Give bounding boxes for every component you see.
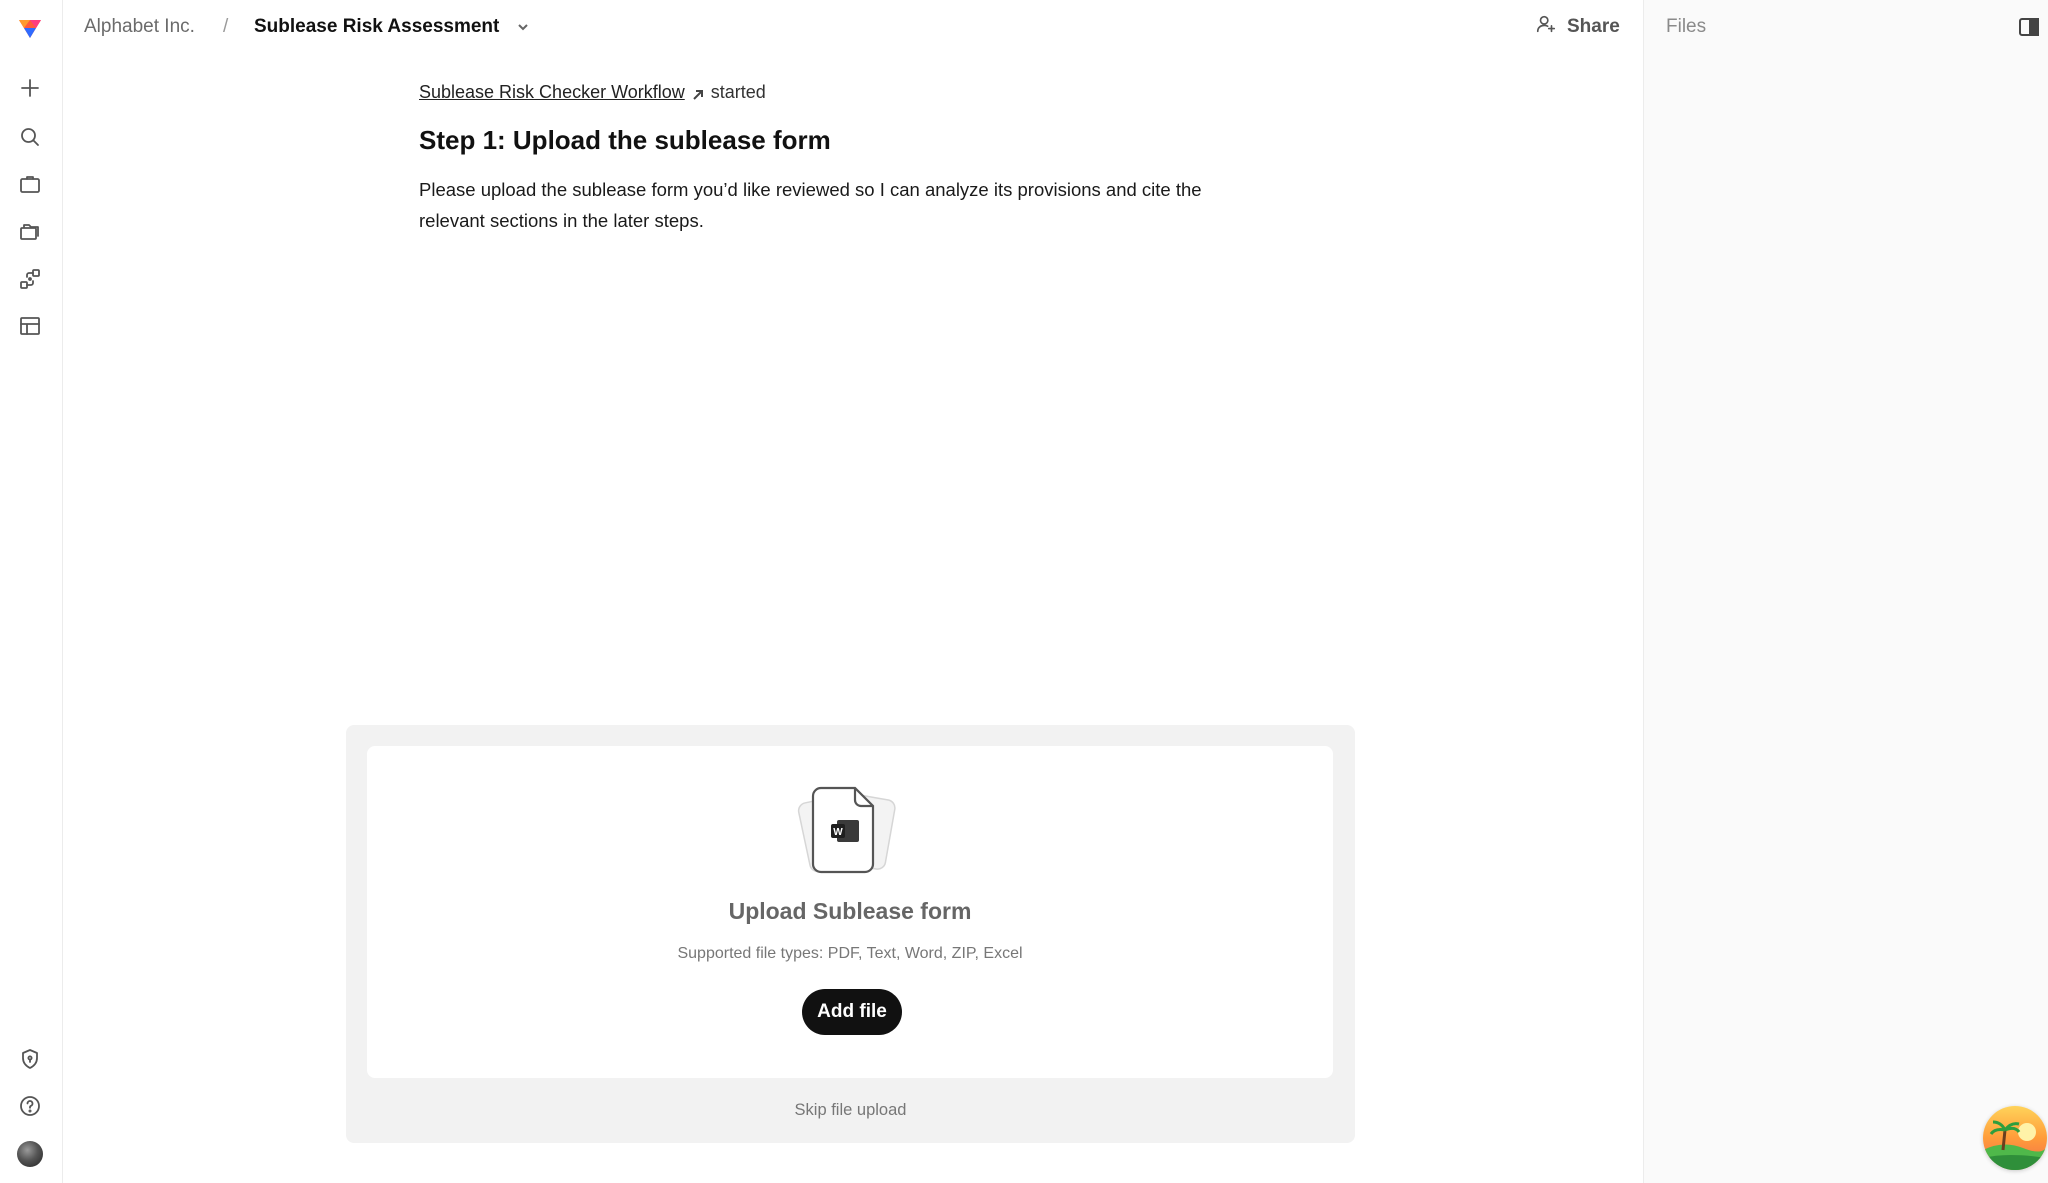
upload-title: Upload Sublease form: [728, 898, 972, 924]
upload-dropzone[interactable]: W Upload Sublease form Supported file ty…: [367, 746, 1333, 1078]
new-icon[interactable]: [17, 75, 43, 101]
page-title[interactable]: Sublease Risk Assessment: [254, 16, 499, 38]
file-badge: W: [833, 827, 843, 838]
files-panel-title: Files: [1666, 16, 1707, 37]
table-icon[interactable]: [17, 313, 43, 339]
external-arrow-icon: [691, 86, 705, 100]
top-bar: Alphabet Inc. / Sublease Risk Assessment…: [63, 0, 1643, 54]
word-file-icon: W: [792, 784, 902, 874]
step-description: Please upload the sublease form you’d li…: [419, 179, 1202, 231]
search-icon[interactable]: [17, 124, 43, 150]
app-window: Alphabet Inc. / Sublease Risk Assessment…: [0, 0, 2048, 1183]
shield-icon[interactable]: [17, 1046, 43, 1072]
step-title: Step 1: Upload the sublease form: [419, 125, 831, 155]
user-avatar[interactable]: [17, 1141, 43, 1167]
left-rail: [0, 0, 63, 1183]
workflow-link[interactable]: Sublease Risk Checker Workflow: [419, 82, 685, 103]
files-panel: Files: [1643, 0, 2048, 1183]
chevron-down-icon[interactable]: [515, 19, 531, 35]
logo-icon[interactable]: [16, 14, 44, 42]
help-icon[interactable]: [17, 1093, 43, 1119]
breadcrumb-org[interactable]: Alphabet Inc.: [84, 16, 195, 38]
share-user-icon: [1535, 13, 1557, 41]
folders-icon[interactable]: [17, 218, 43, 244]
panel-toggle-icon[interactable]: [2018, 17, 2040, 37]
add-file-button[interactable]: Add file: [802, 989, 902, 1035]
breadcrumb-separator: /: [223, 16, 229, 37]
share-label: Share: [1567, 16, 1620, 37]
workflow-icon[interactable]: [17, 266, 43, 292]
workflow-status-line: Sublease Risk Checker Workflow started: [419, 82, 1279, 103]
chat-content: Sublease Risk Checker Workflow started S…: [419, 82, 1279, 236]
skip-file-upload-link[interactable]: Skip file upload: [346, 1101, 1355, 1120]
share-button[interactable]: Share: [1535, 12, 1620, 42]
briefcase-icon[interactable]: [17, 171, 43, 197]
upload-panel: W Upload Sublease form Supported file ty…: [346, 725, 1355, 1143]
assistant-avatar[interactable]: [1983, 1106, 2047, 1170]
supported-file-types: Supported file types: PDF, Text, Word, Z…: [677, 945, 1023, 962]
workflow-status: started: [710, 82, 766, 102]
